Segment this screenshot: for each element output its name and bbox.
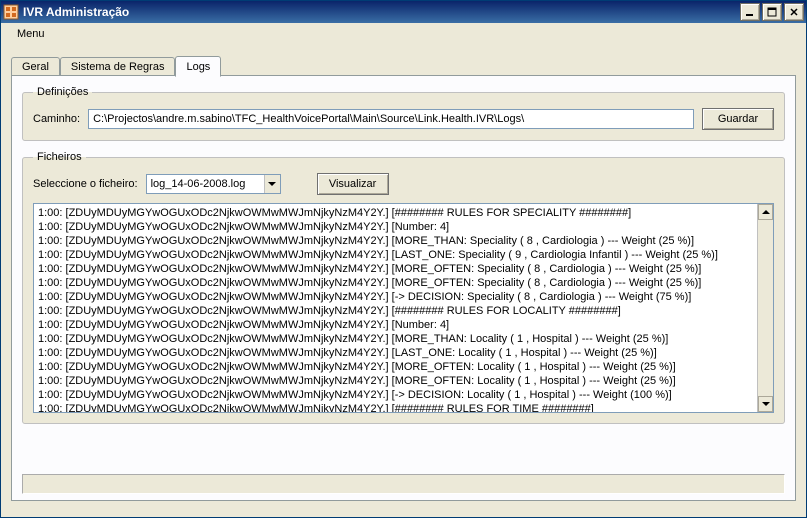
log-line: 1:00: [ZDUyMDUyMGYwOGUxODc2NjkwOWMwMWJmN…: [38, 220, 753, 234]
log-line: 1:00: [ZDUyMDUyMGYwOGUxODc2NjkwOWMwMWJmN…: [38, 360, 753, 374]
file-combobox[interactable]: log_14-06-2008.log: [146, 174, 281, 194]
file-combobox-value: log_14-06-2008.log: [147, 178, 264, 190]
app-icon: [3, 4, 19, 20]
window-title: IVR Administração: [23, 5, 740, 19]
tab-geral[interactable]: Geral: [11, 57, 60, 76]
log-line: 1:00: [ZDUyMDUyMGYwOGUxODc2NjkwOWMwMWJmN…: [38, 346, 753, 360]
window-minimize-button[interactable]: [740, 3, 760, 21]
log-scrollbar[interactable]: [757, 204, 773, 412]
tab-strip: Geral Sistema de Regras Logs: [11, 53, 796, 75]
caminho-input[interactable]: [88, 109, 694, 129]
log-line: 1:00: [ZDUyMDUyMGYwOGUxODc2NjkwOWMwMWJmN…: [38, 304, 753, 318]
visualizar-button[interactable]: Visualizar: [317, 173, 389, 195]
log-line: 1:00: [ZDUyMDUyMGYwOGUxODc2NjkwOWMwMWJmN…: [38, 234, 753, 248]
scroll-down-icon[interactable]: [758, 396, 773, 412]
guardar-button[interactable]: Guardar: [702, 108, 774, 130]
caminho-label: Caminho:: [33, 113, 80, 125]
log-line: 1:00: [ZDUyMDUyMGYwOGUxODc2NjkwOWMwMWJmN…: [38, 332, 753, 346]
log-line: 1:00: [ZDUyMDUyMGYwOGUxODc2NjkwOWMwMWJmN…: [38, 318, 753, 332]
tab-panel-logs: Definições Caminho: Guardar Ficheiros Se…: [11, 75, 796, 501]
chevron-down-icon[interactable]: [264, 175, 280, 193]
select-file-label: Seleccione o ficheiro:: [33, 178, 138, 190]
group-ficheiros: Ficheiros Seleccione o ficheiro: log_14-…: [22, 151, 785, 424]
log-line: 1:00: [ZDUyMDUyMGYwOGUxODc2NjkwOWMwMWJmN…: [38, 276, 753, 290]
log-line: 1:00: [ZDUyMDUyMGYwOGUxODc2NjkwOWMwMWJmN…: [38, 290, 753, 304]
menu-item-main[interactable]: Menu: [11, 26, 51, 42]
group-definicoes: Definições Caminho: Guardar: [22, 86, 785, 141]
tab-logs[interactable]: Logs: [175, 56, 221, 77]
group-definicoes-legend: Definições: [33, 86, 92, 98]
scroll-track[interactable]: [758, 220, 773, 396]
log-textarea[interactable]: 1:00: [ZDUyMDUyMGYwOGUxODc2NjkwOWMwMWJmN…: [33, 203, 774, 413]
title-bar: IVR Administração: [1, 1, 806, 23]
log-line: 1:00: [ZDUyMDUyMGYwOGUxODc2NjkwOWMwMWJmN…: [38, 374, 753, 388]
scroll-up-icon[interactable]: [758, 204, 773, 220]
group-ficheiros-legend: Ficheiros: [33, 151, 86, 163]
log-line: 1:00: [ZDUyMDUyMGYwOGUxODc2NjkwOWMwMWJmN…: [38, 402, 753, 412]
status-bar: [22, 474, 785, 494]
tab-sistema-de-regras[interactable]: Sistema de Regras: [60, 57, 176, 76]
menu-bar: Menu: [1, 23, 806, 45]
log-line: 1:00: [ZDUyMDUyMGYwOGUxODc2NjkwOWMwMWJmN…: [38, 206, 753, 220]
log-line: 1:00: [ZDUyMDUyMGYwOGUxODc2NjkwOWMwMWJmN…: [38, 262, 753, 276]
log-line: 1:00: [ZDUyMDUyMGYwOGUxODc2NjkwOWMwMWJmN…: [38, 248, 753, 262]
window-maximize-button[interactable]: [762, 3, 782, 21]
window-close-button[interactable]: [784, 3, 804, 21]
log-line: 1:00: [ZDUyMDUyMGYwOGUxODc2NjkwOWMwMWJmN…: [38, 388, 753, 402]
